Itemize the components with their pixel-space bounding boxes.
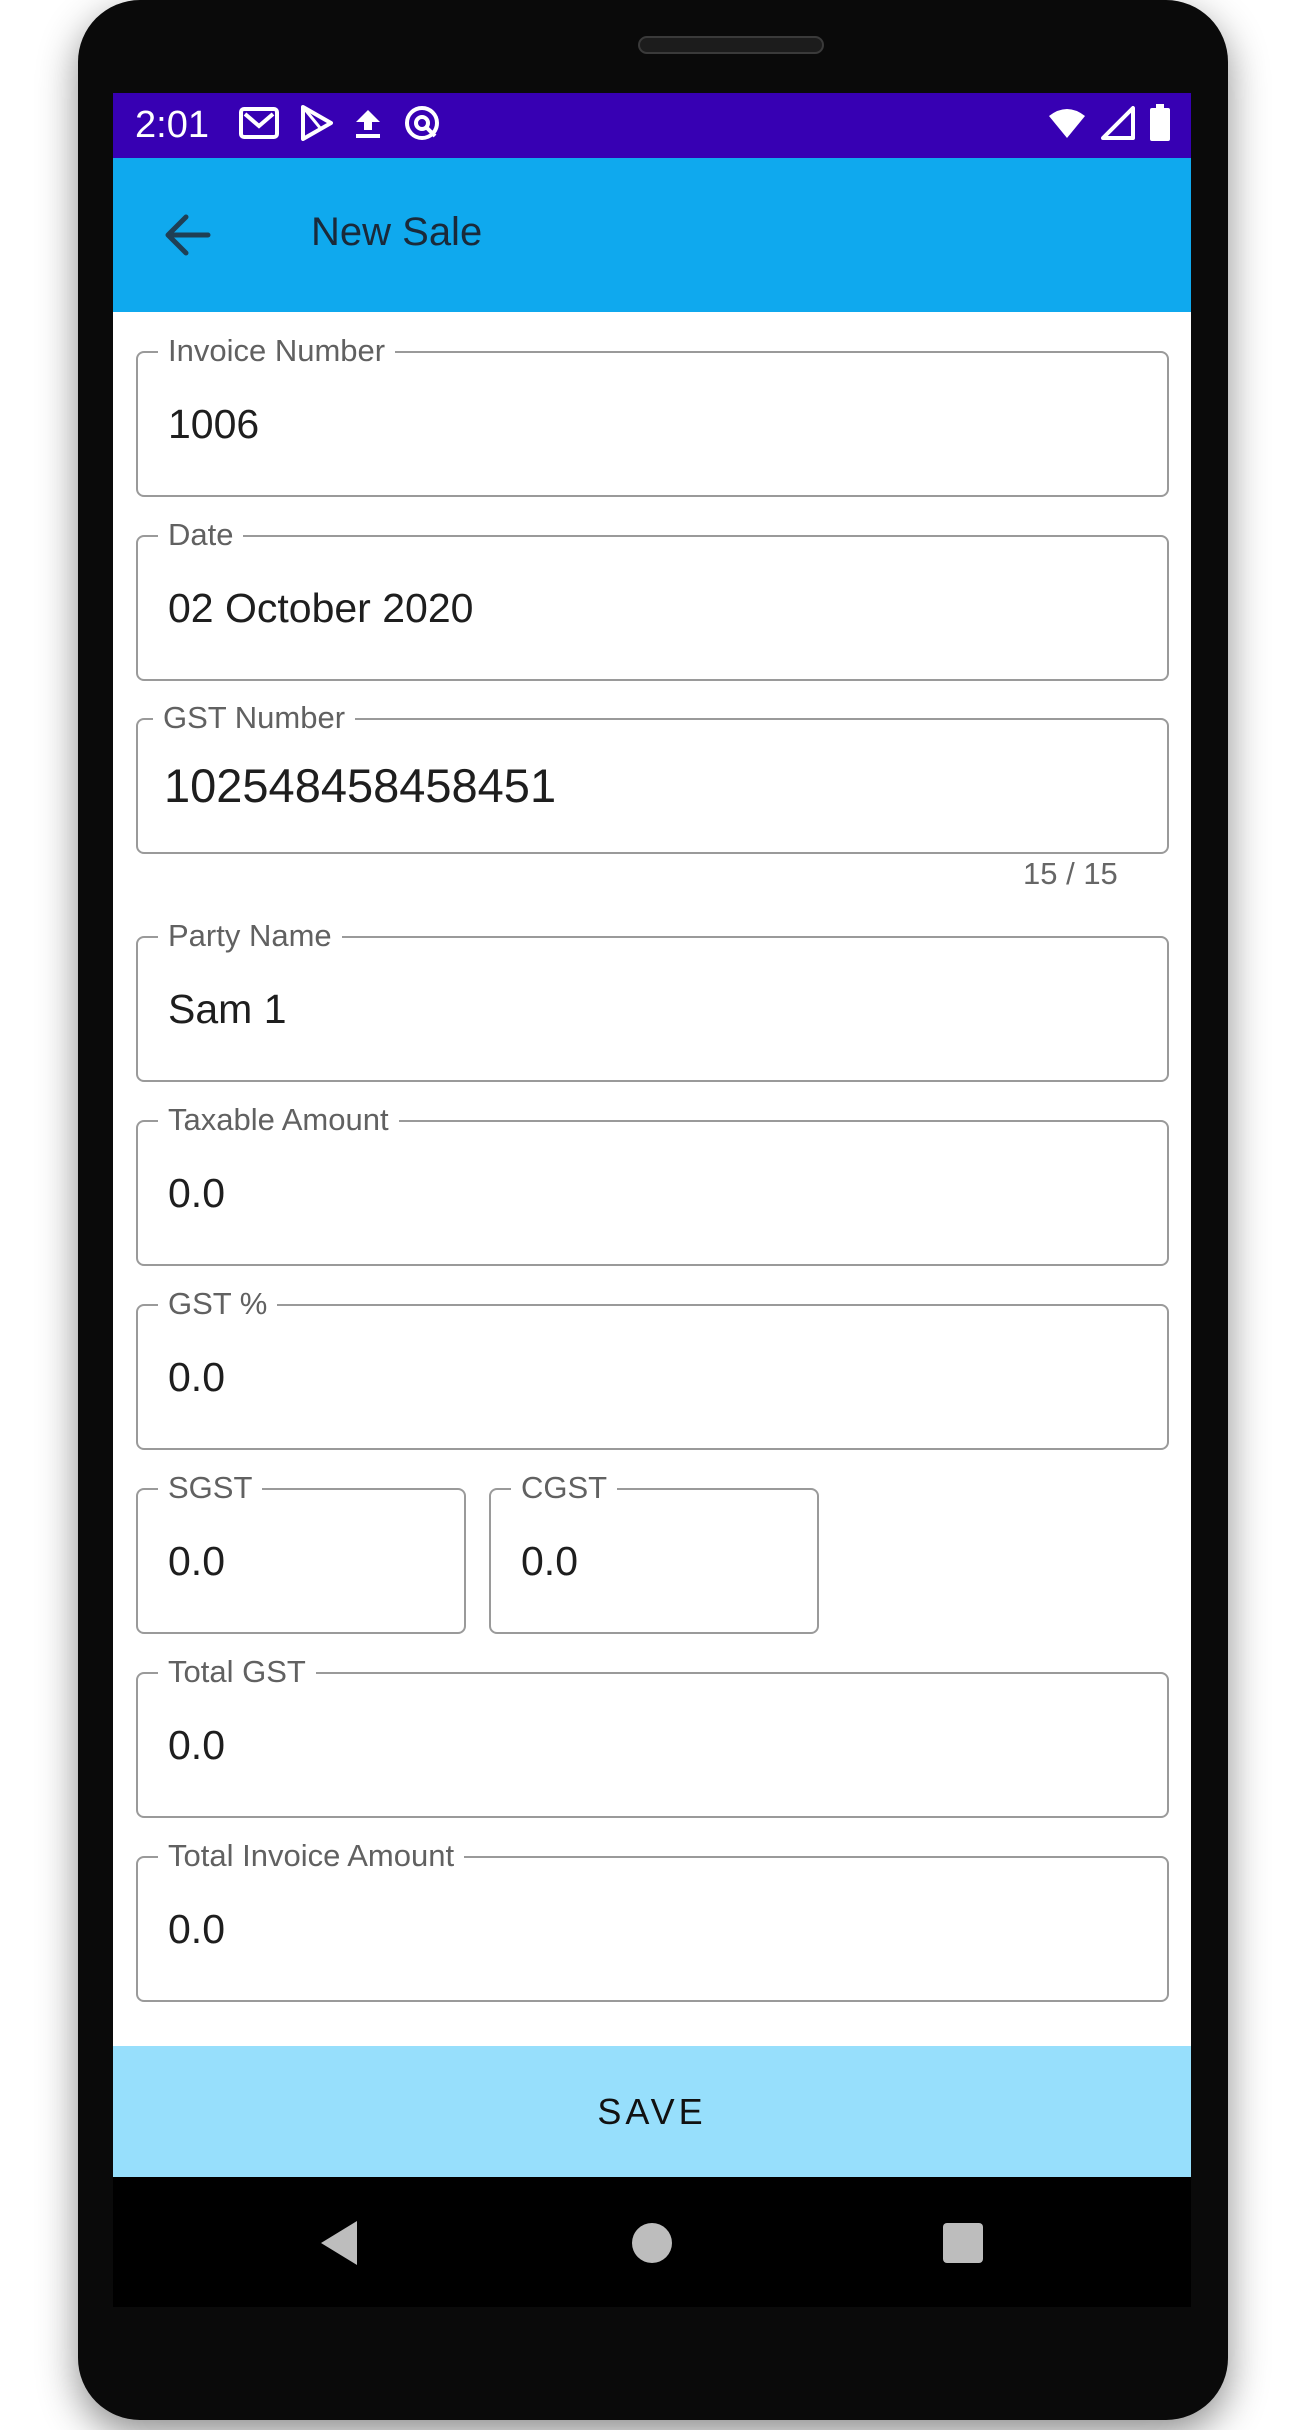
app-screen: 2:01 New Sale Invoice Number 1006 Date 0… [113, 93, 1191, 2177]
cgst-field[interactable]: CGST 0.0 [489, 1468, 819, 1634]
party-name-label: Party Name [158, 916, 342, 956]
sync-icon [403, 104, 441, 147]
notification-icons [239, 104, 441, 147]
date-value: 02 October 2020 [168, 585, 474, 631]
cgst-value: 0.0 [521, 1538, 578, 1584]
sgst-value: 0.0 [168, 1538, 225, 1584]
recents-square-icon [943, 2223, 983, 2263]
date-label: Date [158, 515, 244, 555]
gst-number-field[interactable]: GST Number 102548458458451 [136, 698, 1169, 854]
nav-back-button[interactable] [307, 2211, 371, 2275]
total-invoice-amount-label: Total Invoice Amount [158, 1836, 465, 1876]
sgst-field[interactable]: SGST 0.0 [136, 1468, 466, 1634]
status-bar: 2:01 [113, 93, 1191, 158]
total-invoice-amount-value: 0.0 [168, 1906, 225, 1952]
sgst-label: SGST [158, 1468, 263, 1508]
date-field[interactable]: Date 02 October 2020 [136, 515, 1169, 681]
total-gst-value: 0.0 [168, 1722, 225, 1768]
total-gst-label: Total GST [158, 1652, 316, 1692]
gst-number-char-counter: 15 / 15 [1023, 856, 1118, 891]
taxable-amount-field[interactable]: Taxable Amount 0.0 [136, 1100, 1169, 1266]
system-nav-bar [113, 2177, 1191, 2307]
gmail-icon [239, 106, 279, 145]
status-time: 2:01 [135, 104, 209, 146]
total-gst-field[interactable]: Total GST 0.0 [136, 1652, 1169, 1818]
home-circle-icon [632, 2223, 672, 2263]
nav-recents-button[interactable] [931, 2211, 995, 2275]
gst-number-label: GST Number [153, 698, 356, 738]
gst-percent-label: GST % [158, 1284, 278, 1324]
back-triangle-icon [321, 2221, 357, 2265]
upload-icon [353, 106, 383, 145]
play-store-icon [299, 104, 333, 146]
gst-number-value: 102548458458451 [164, 759, 557, 812]
page-title: New Sale [311, 210, 483, 254]
gst-percent-field[interactable]: GST % 0.0 [136, 1284, 1169, 1450]
party-name-value: Sam 1 [168, 986, 287, 1032]
save-button[interactable]: SAVE [113, 2046, 1191, 2177]
battery-icon [1149, 103, 1171, 147]
system-icons [1047, 103, 1171, 147]
taxable-amount-label: Taxable Amount [158, 1100, 399, 1140]
cell-signal-icon [1101, 105, 1135, 145]
taxable-amount-value: 0.0 [168, 1170, 225, 1216]
cgst-label: CGST [511, 1468, 618, 1508]
app-bar: New Sale [113, 158, 1191, 312]
back-button[interactable] [153, 200, 223, 270]
gst-percent-value: 0.0 [168, 1354, 225, 1400]
invoice-number-value: 1006 [168, 401, 260, 447]
party-name-field[interactable]: Party Name Sam 1 [136, 916, 1169, 1082]
wifi-icon [1047, 106, 1087, 145]
total-invoice-amount-field[interactable]: Total Invoice Amount 0.0 [136, 1836, 1169, 2002]
invoice-number-field[interactable]: Invoice Number 1006 [136, 331, 1169, 497]
invoice-number-label: Invoice Number [158, 331, 396, 371]
speaker-grille [638, 36, 824, 54]
nav-home-button[interactable] [620, 2211, 684, 2275]
arrow-left-icon [165, 214, 211, 256]
save-button-label: SAVE [597, 2090, 707, 2132]
